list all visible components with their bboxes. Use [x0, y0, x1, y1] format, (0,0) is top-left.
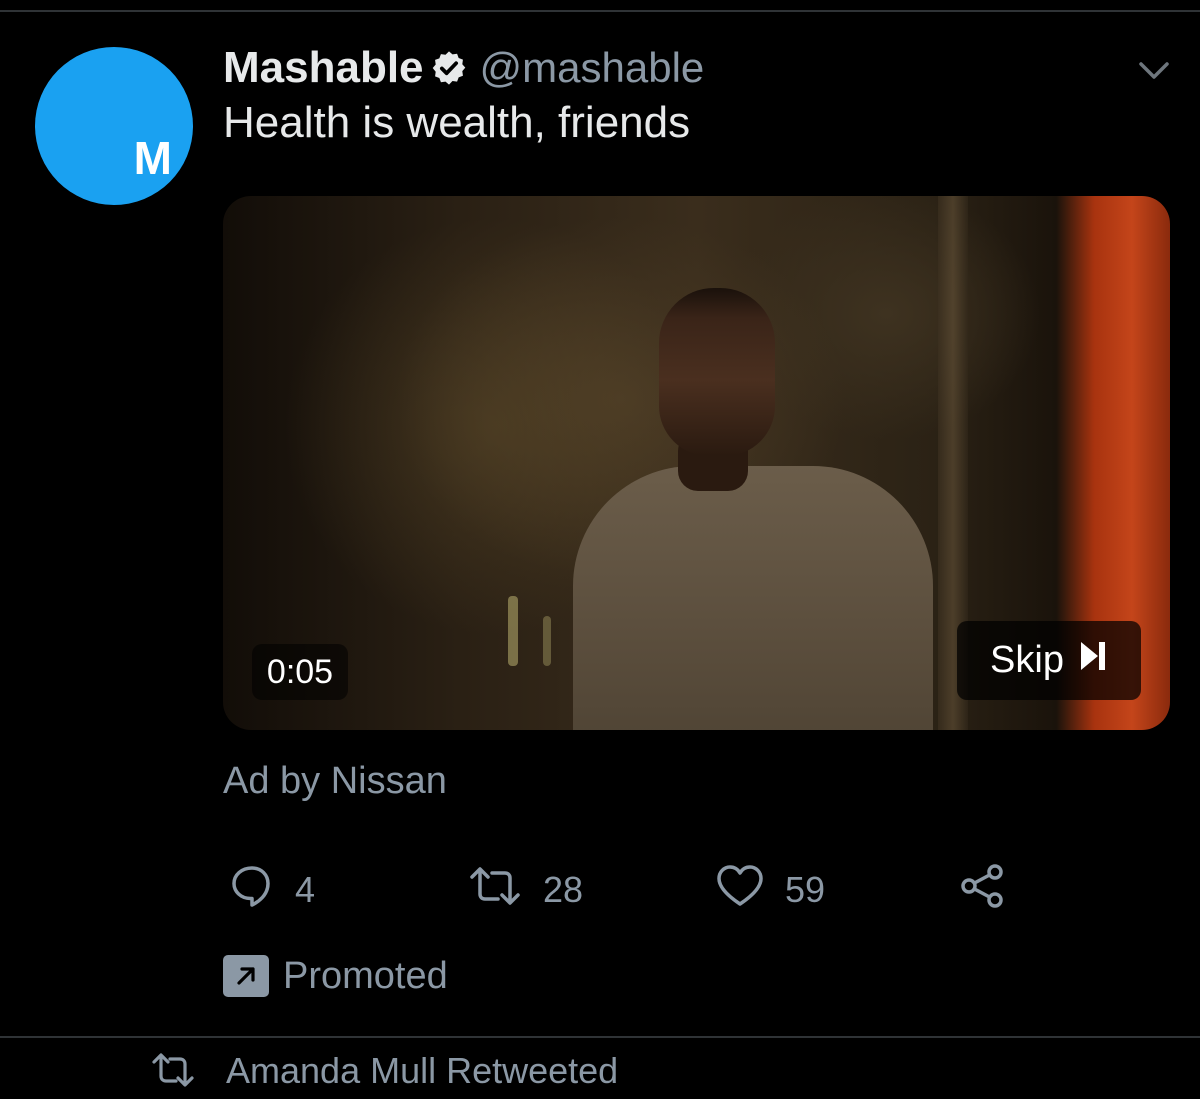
- chevron-down-icon[interactable]: [1134, 56, 1174, 86]
- display-name[interactable]: Mashable: [223, 43, 424, 93]
- video-frame-person-head: [659, 288, 775, 456]
- avatar[interactable]: M: [35, 47, 193, 205]
- handle[interactable]: @mashable: [480, 44, 705, 92]
- skip-label: Skip: [990, 639, 1064, 681]
- video-timestamp: 0:05: [252, 644, 348, 700]
- promoted-tweet[interactable]: M Mashable @mashable Health is wealth, f…: [0, 0, 1200, 1077]
- reply-count: 4: [295, 869, 316, 910]
- retweet-button[interactable]: 28: [467, 862, 583, 918]
- promoted-arrow-icon: [223, 955, 269, 997]
- tweet-header: Mashable @mashable: [223, 40, 704, 96]
- skip-next-icon: [1078, 639, 1108, 683]
- video-frame-light: [543, 616, 551, 666]
- like-button[interactable]: 59: [715, 862, 825, 918]
- retweet-count: 28: [543, 869, 584, 910]
- share-button[interactable]: [959, 862, 1007, 918]
- tweet-text: Health is wealth, friends: [223, 98, 691, 147]
- retweet-icon: [150, 1050, 196, 1099]
- heart-icon: [715, 863, 765, 918]
- ad-by-label[interactable]: Ad by Nissan: [223, 760, 447, 803]
- reply-icon: [229, 863, 275, 918]
- video-frame-person: [573, 466, 933, 730]
- verified-badge-icon: [430, 49, 468, 87]
- video-frame-light: [508, 596, 518, 666]
- avatar-letter: M: [133, 132, 172, 184]
- promoted-label[interactable]: Promoted: [223, 950, 448, 1002]
- retweet-icon: [467, 863, 523, 918]
- like-count: 59: [785, 869, 826, 910]
- bottom-divider: [0, 1036, 1200, 1038]
- share-icon: [959, 862, 1007, 919]
- next-tweet-social-context[interactable]: Amanda Mull Retweeted: [150, 1050, 619, 1091]
- social-context-text: Amanda Mull Retweeted: [226, 1050, 619, 1091]
- reply-button[interactable]: 4: [229, 862, 315, 918]
- promoted-text: Promoted: [283, 954, 448, 997]
- skip-button[interactable]: Skip: [957, 621, 1141, 700]
- tweet-actions: 4 28 59: [223, 862, 1043, 918]
